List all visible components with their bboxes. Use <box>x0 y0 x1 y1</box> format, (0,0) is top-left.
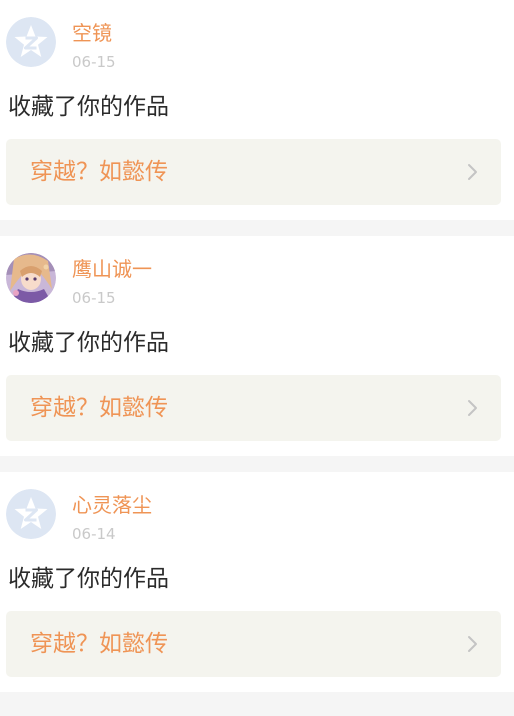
work-link[interactable]: 穿越？如懿传 <box>6 611 501 677</box>
work-title: 穿越？如懿传 <box>30 395 168 421</box>
default-avatar-icon <box>6 17 56 67</box>
default-avatar-icon <box>6 489 56 539</box>
username[interactable]: 鹰山诚一 <box>72 256 152 282</box>
username[interactable]: 心灵落尘 <box>72 492 152 518</box>
work-link[interactable]: 穿越？如懿传 <box>6 139 501 205</box>
work-link[interactable]: 穿越？如懿传 <box>6 375 501 441</box>
feed-item: 空镜 06-15 收藏了你的作品 穿越？如懿传 <box>0 0 514 220</box>
activity-text: 收藏了你的作品 <box>8 566 169 592</box>
feed-item: 鹰山诚一 06-15 收藏了你的作品 穿越？如懿传 <box>0 236 514 456</box>
username[interactable]: 空镜 <box>72 20 112 46</box>
avatar[interactable] <box>6 489 56 539</box>
timestamp: 06-15 <box>72 53 116 71</box>
chevron-right-icon <box>465 399 481 417</box>
avatar[interactable] <box>6 253 56 303</box>
chevron-right-icon <box>465 635 481 653</box>
activity-text: 收藏了你的作品 <box>8 94 169 120</box>
activity-text: 收藏了你的作品 <box>8 330 169 356</box>
user-photo-avatar-icon <box>6 253 56 303</box>
avatar[interactable] <box>6 17 56 67</box>
work-title: 穿越？如懿传 <box>30 631 168 657</box>
feed-item: 心灵落尘 06-14 收藏了你的作品 穿越？如懿传 <box>0 472 514 692</box>
work-title: 穿越？如懿传 <box>30 159 168 185</box>
activity-feed: 空镜 06-15 收藏了你的作品 穿越？如懿传 鹰山诚一 06-15 收藏了你的… <box>0 0 514 692</box>
timestamp: 06-15 <box>72 289 116 307</box>
timestamp: 06-14 <box>72 525 116 543</box>
chevron-right-icon <box>465 163 481 181</box>
